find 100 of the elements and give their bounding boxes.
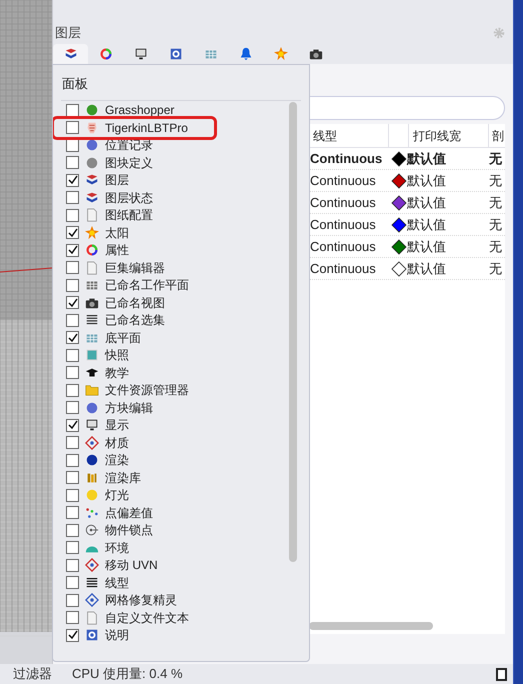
- checkbox[interactable]: [66, 628, 79, 642]
- check-icon: [68, 332, 78, 343]
- menu-item[interactable]: 底平面: [66, 329, 289, 346]
- checkbox[interactable]: [66, 488, 79, 502]
- checkbox[interactable]: [66, 208, 79, 222]
- table-cell-text: 无: [489, 150, 503, 168]
- checkbox[interactable]: [66, 226, 79, 240]
- color-swatch[interactable]: [391, 260, 407, 276]
- menu-item[interactable]: 图纸配置: [66, 206, 289, 224]
- checkbox[interactable]: [66, 296, 79, 310]
- checkbox[interactable]: [66, 261, 79, 274]
- checkbox[interactable]: [66, 366, 79, 380]
- menu-item[interactable]: 灯光: [66, 486, 289, 504]
- menu-item[interactable]: 巨集编辑器: [66, 259, 289, 276]
- menu-item[interactable]: 图层状态: [66, 189, 289, 206]
- menu-item[interactable]: 已命名工作平面: [66, 276, 289, 294]
- menu-item[interactable]: 自定义文件文本: [66, 609, 289, 626]
- menu-item[interactable]: 线型: [66, 574, 289, 592]
- checkbox[interactable]: [66, 244, 79, 257]
- menu-item[interactable]: 移动 UVN: [66, 556, 289, 574]
- menu-item-label: 显示: [105, 418, 129, 432]
- menu-item-label: 材质: [105, 436, 129, 450]
- menu-item[interactable]: 教学: [66, 364, 289, 382]
- checkbox[interactable]: [66, 104, 79, 117]
- color-swatch[interactable]: [391, 150, 407, 166]
- checkbox[interactable]: [66, 314, 79, 327]
- checkbox[interactable]: [66, 191, 79, 204]
- menu-item[interactable]: 点偏差值: [66, 504, 289, 522]
- check-icon: [68, 245, 78, 256]
- checkbox[interactable]: [66, 506, 79, 520]
- column-header[interactable]: 剖: [489, 124, 505, 147]
- checkbox[interactable]: [66, 156, 79, 170]
- search-field[interactable]: [309, 96, 505, 120]
- menu-item[interactable]: 文件资源管理器: [66, 382, 289, 399]
- checkbox[interactable]: [66, 594, 79, 607]
- menu-item[interactable]: 快照: [66, 346, 289, 364]
- menu-item[interactable]: 属性: [66, 242, 289, 259]
- color-swatch[interactable]: [391, 238, 407, 254]
- camera-icon: [85, 296, 99, 310]
- menu-item[interactable]: 图层: [66, 172, 289, 189]
- checkbox[interactable]: [66, 454, 79, 467]
- menu-item-label: 渲染库: [105, 470, 141, 485]
- menu-item[interactable]: 已命名视图: [66, 294, 289, 312]
- checkbox[interactable]: [66, 541, 79, 554]
- color-swatch[interactable]: [391, 216, 407, 232]
- menu-item-label: 快照: [105, 348, 129, 362]
- checkbox[interactable]: [66, 558, 79, 572]
- print-width-cell-text: 默认值: [407, 260, 447, 278]
- color-wheel-icon: [98, 47, 112, 61]
- checkbox[interactable]: [66, 524, 79, 537]
- menu-item[interactable]: 材质: [66, 434, 289, 452]
- menu-item[interactable]: 已命名选集: [66, 312, 289, 329]
- target-icon: [85, 523, 99, 538]
- menu-item[interactable]: TigerkinLBTPro: [54, 119, 214, 136]
- column-header[interactable]: 打印线宽: [409, 124, 489, 147]
- table-cell-text: 无: [489, 194, 503, 212]
- menu-item[interactable]: 环境: [66, 539, 289, 556]
- filter-label[interactable]: 过滤器: [13, 664, 52, 684]
- menu-item-label: 文件资源管理器: [105, 383, 189, 398]
- menu-item[interactable]: Grasshopper: [66, 102, 289, 119]
- checkbox[interactable]: [66, 401, 79, 414]
- layers-icon: [85, 173, 99, 188]
- menu-item[interactable]: 渲染: [66, 452, 289, 469]
- menu-item[interactable]: 方块编辑: [66, 399, 289, 416]
- menu-item-label: 环境: [105, 540, 129, 555]
- monitor-icon: [134, 47, 148, 61]
- check-icon: [68, 298, 78, 308]
- checkbox[interactable]: [66, 278, 79, 292]
- monitor-icon: [85, 418, 99, 432]
- menu-title: 面板: [62, 75, 89, 93]
- checkbox[interactable]: [66, 611, 79, 624]
- menu-item[interactable]: 说明: [66, 626, 289, 644]
- checkbox[interactable]: [66, 436, 79, 450]
- linetype-cell-text: Continuous: [309, 194, 377, 212]
- checkbox[interactable]: [66, 471, 79, 484]
- checkbox[interactable]: [66, 348, 79, 362]
- panel-toggle-icon[interactable]: [496, 668, 507, 680]
- checkbox[interactable]: [66, 418, 79, 432]
- menu-item[interactable]: 太阳: [66, 224, 289, 242]
- menu-item[interactable]: 渲染库: [66, 469, 289, 486]
- checkbox[interactable]: [66, 174, 79, 187]
- menu-item[interactable]: 网格修复精灵: [66, 592, 289, 609]
- menu-item[interactable]: 显示: [66, 416, 289, 434]
- sphere-icon: [85, 103, 99, 118]
- scrollbar[interactable]: [289, 102, 297, 562]
- menu-item[interactable]: 物件锁点: [66, 522, 289, 539]
- color-swatch[interactable]: [391, 172, 407, 188]
- color-swatch[interactable]: [391, 194, 407, 210]
- checkbox[interactable]: [66, 121, 79, 134]
- menu-item-label: TigerkinLBTPro: [105, 120, 188, 135]
- checkbox[interactable]: [66, 576, 79, 590]
- checkbox[interactable]: [66, 384, 79, 397]
- menu-item-label: 图块定义: [105, 156, 153, 170]
- check-icon: [68, 228, 78, 238]
- menu-item-label: Grasshopper: [105, 103, 174, 118]
- menu-item[interactable]: 图块定义: [66, 154, 289, 172]
- menu-item-label: 已命名工作平面: [105, 278, 189, 292]
- panel-tab[interactable]: [53, 44, 88, 64]
- checkbox[interactable]: [66, 331, 79, 344]
- scrollbar[interactable]: [309, 622, 433, 630]
